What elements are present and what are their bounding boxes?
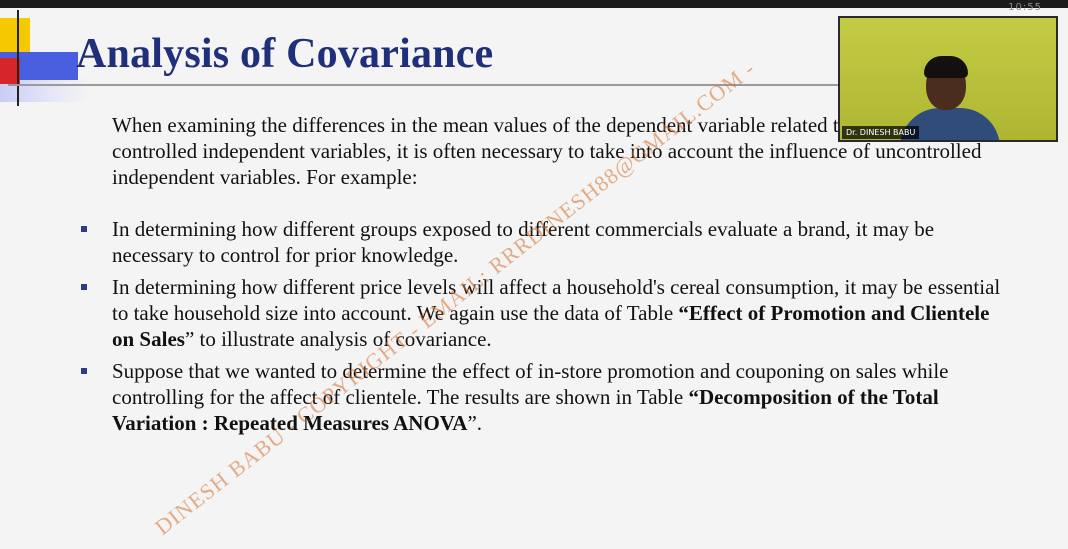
clock-text: 10:55: [1008, 2, 1042, 13]
webcam-name-label: Dr. DINESH BABU: [842, 126, 920, 139]
bullet-list: In determining how different groups expo…: [81, 216, 1012, 436]
bullet-text-end: ” to illustrate analysis of covariance.: [184, 327, 492, 351]
title-underline: [8, 84, 898, 86]
top-bar: 10:55: [0, 0, 1068, 13]
bullet-square-icon: [81, 226, 87, 232]
bullet-item: Suppose that we wanted to determine the …: [81, 358, 1012, 436]
webcam-overlay[interactable]: Dr. DINESH BABU: [838, 16, 1058, 142]
bullet-text-end: ”.: [467, 411, 483, 435]
decor-vertical-line: [17, 10, 19, 106]
slide-body: When examining the differences in the me…: [81, 112, 1012, 442]
presenter-hair: [924, 56, 968, 78]
slide-title: Analysis of Covariance: [76, 31, 494, 77]
bullet-square-icon: [81, 284, 87, 290]
slide-page: 10:55 Analysis of Covariance When examin…: [0, 0, 1068, 549]
bullet-item: In determining how different price level…: [81, 274, 1012, 352]
bullet-square-icon: [81, 368, 87, 374]
